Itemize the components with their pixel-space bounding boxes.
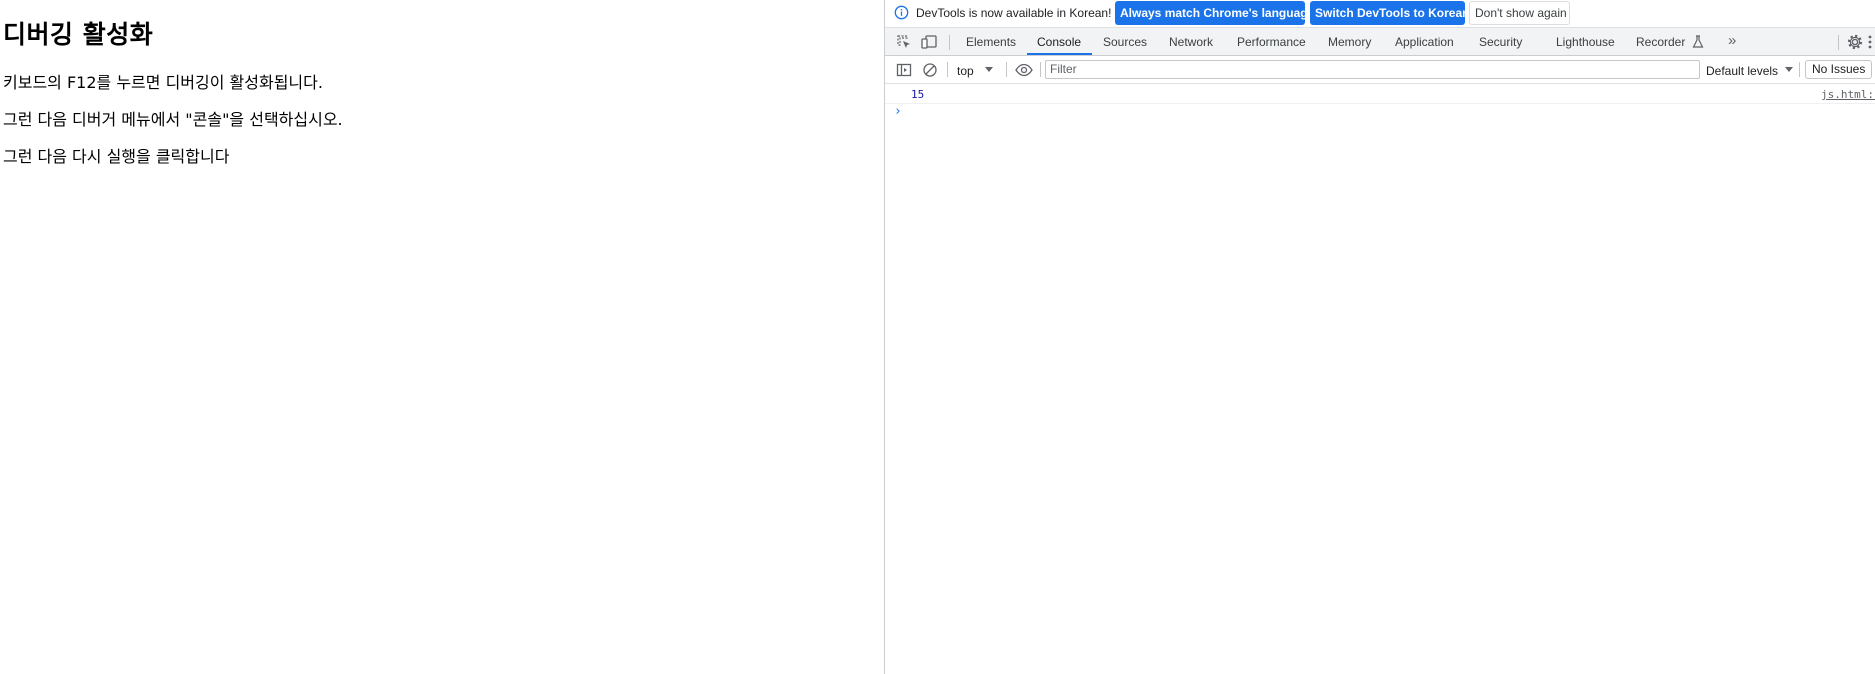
console-toolbar: top Default levels No Issues bbox=[885, 57, 1875, 84]
page-content: 디버깅 활성화 키보드의 F12를 누르면 디버깅이 활성화됩니다. 그런 다음… bbox=[0, 0, 884, 674]
tab-lighthouse[interactable]: Lighthouse bbox=[1556, 35, 1615, 49]
sidebar-toggle-icon[interactable] bbox=[895, 61, 913, 79]
page-heading: 디버깅 활성화 bbox=[3, 20, 154, 49]
toolbar-separator bbox=[1006, 62, 1007, 77]
log-levels-dropdown[interactable]: Default levels bbox=[1706, 57, 1801, 83]
instruction-paragraph-1: 키보드의 F12를 누르면 디버깅이 활성화됩니다. bbox=[3, 73, 323, 92]
tab-console[interactable]: Console bbox=[1037, 35, 1081, 49]
toolbar-separator bbox=[1799, 62, 1800, 77]
console-message-row: 15 js.html:1 bbox=[885, 84, 1875, 104]
live-expression-eye-icon[interactable] bbox=[1014, 61, 1034, 79]
devtools-panel: DevTools is now available in Korean! Alw… bbox=[885, 0, 1875, 674]
console-prompt-icon[interactable]: › bbox=[894, 104, 902, 119]
log-levels-label: Default levels bbox=[1706, 64, 1779, 78]
more-options-icon[interactable] bbox=[1867, 33, 1873, 51]
tab-elements[interactable]: Elements bbox=[966, 35, 1016, 49]
chevron-down-icon bbox=[985, 67, 993, 72]
instruction-paragraph-3: 그런 다음 다시 실행을 클릭합니다 bbox=[3, 147, 230, 166]
toolbar-separator bbox=[947, 62, 948, 77]
tab-security[interactable]: Security bbox=[1479, 35, 1522, 49]
language-infobar: DevTools is now available in Korean! Alw… bbox=[885, 0, 1875, 26]
tab-recorder[interactable]: Recorder bbox=[1636, 35, 1685, 49]
tab-memory[interactable]: Memory bbox=[1328, 35, 1371, 49]
devtools-tabbar: Elements Console Sources Network Perform… bbox=[885, 27, 1875, 56]
context-selector-label: top bbox=[957, 64, 974, 78]
info-icon bbox=[894, 5, 909, 20]
dont-show-again-button[interactable]: Don't show again bbox=[1469, 1, 1570, 25]
infobar-message: DevTools is now available in Korean! bbox=[916, 6, 1112, 20]
always-match-language-button[interactable]: Always match Chrome's language bbox=[1115, 1, 1314, 25]
tab-sources[interactable]: Sources bbox=[1103, 35, 1147, 49]
active-tab-indicator bbox=[1027, 53, 1092, 55]
toolbar-separator bbox=[1040, 62, 1041, 77]
chevron-down-icon bbox=[1785, 67, 1793, 72]
tab-network[interactable]: Network bbox=[1169, 35, 1213, 49]
issues-button[interactable]: No Issues bbox=[1805, 60, 1873, 79]
more-tabs-icon[interactable]: » bbox=[1728, 32, 1736, 49]
console-message-source-link[interactable]: js.html:1 bbox=[1821, 88, 1875, 101]
console-message-value: 15 bbox=[911, 88, 925, 101]
instruction-paragraph-2: 그런 다음 디버거 메뉴에서 "콘솔"을 선택하십시오. bbox=[3, 110, 343, 129]
tabbar-separator bbox=[949, 35, 950, 50]
tabbar-separator bbox=[1838, 35, 1839, 50]
tab-performance[interactable]: Performance bbox=[1237, 35, 1306, 49]
context-selector[interactable]: top bbox=[957, 57, 997, 83]
switch-to-korean-button[interactable]: Switch DevTools to Korean bbox=[1310, 1, 1469, 25]
flask-icon bbox=[1692, 35, 1704, 48]
settings-gear-icon[interactable] bbox=[1846, 33, 1864, 51]
clear-console-icon[interactable] bbox=[921, 61, 939, 79]
filter-input[interactable] bbox=[1050, 61, 1690, 77]
console-output: 15 js.html:1 › bbox=[885, 84, 1875, 674]
filter-field[interactable] bbox=[1045, 60, 1700, 79]
inspect-element-icon[interactable] bbox=[895, 33, 913, 51]
tab-application[interactable]: Application bbox=[1395, 35, 1454, 49]
device-toolbar-icon[interactable] bbox=[920, 33, 938, 51]
